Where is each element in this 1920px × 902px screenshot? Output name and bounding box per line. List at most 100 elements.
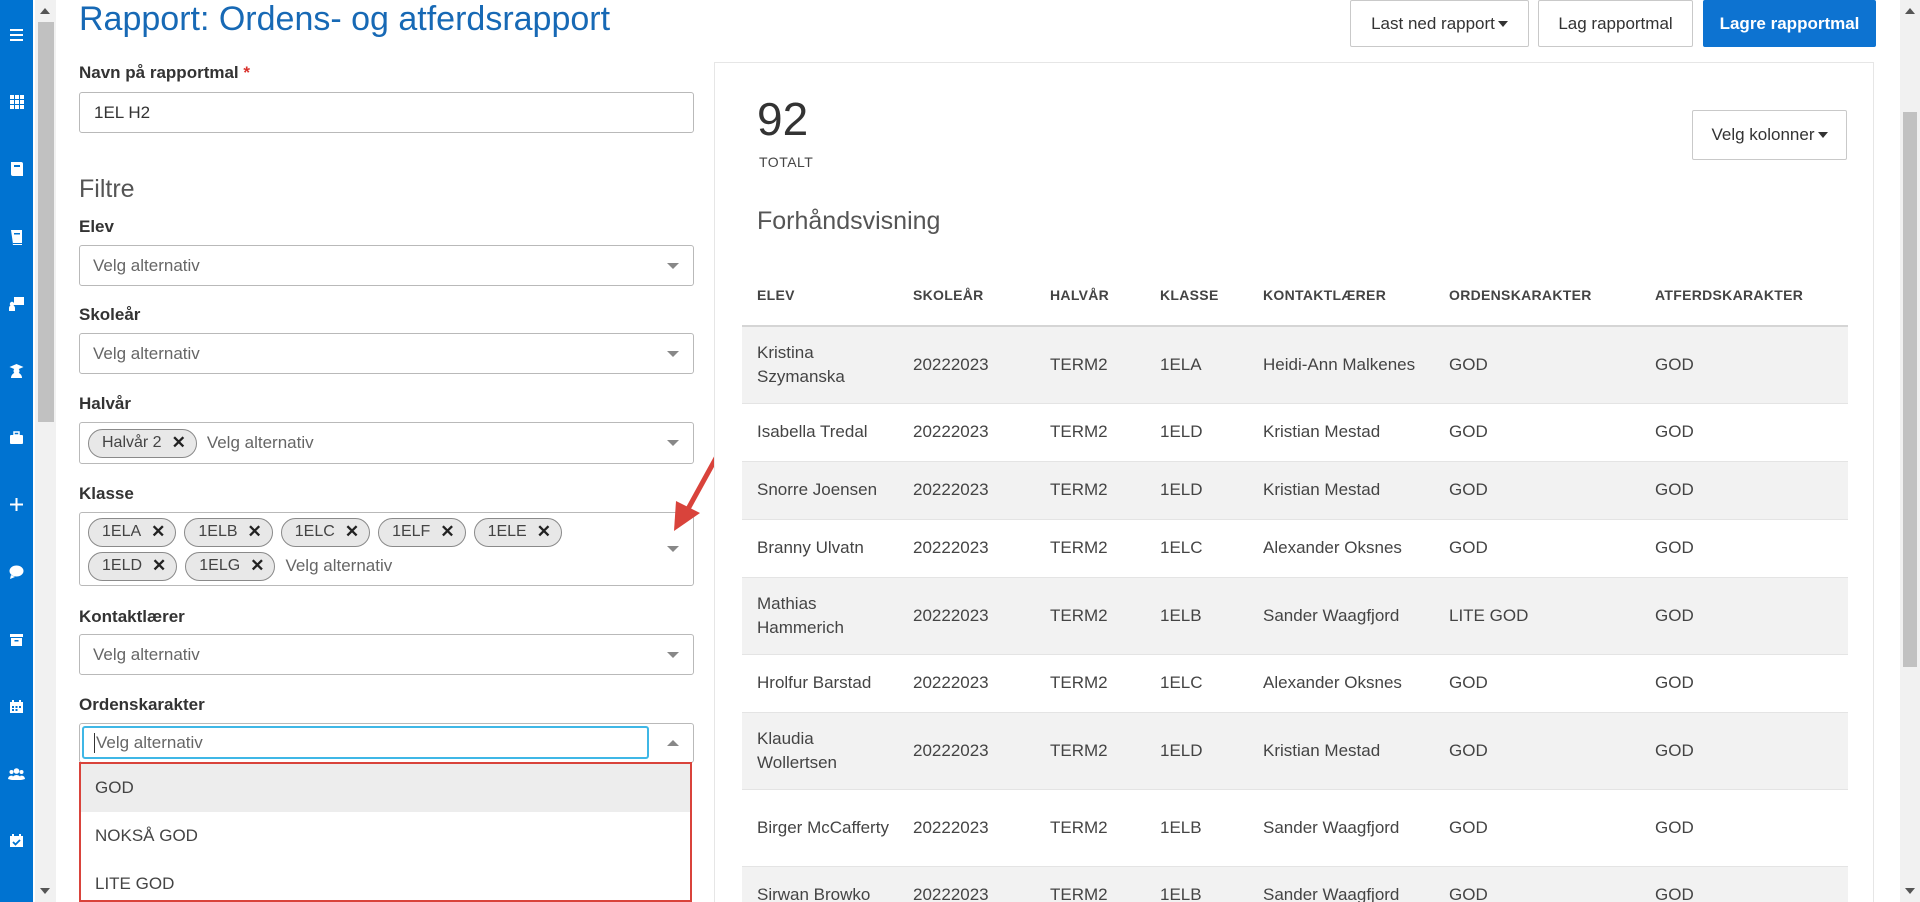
table-cell: 1ELC [1145, 653, 1248, 712]
chevron-up-icon [667, 740, 679, 746]
column-header[interactable]: KLASSE [1145, 265, 1248, 327]
preview-title: Forhåndsvisning [757, 207, 941, 235]
remove-chip-icon[interactable]: ✕ [250, 556, 264, 576]
save-template-button[interactable]: Lagre rapportmal [1703, 0, 1876, 47]
chat-icon[interactable] [0, 554, 33, 588]
scroll-down-arrow[interactable] [40, 888, 50, 894]
table-cell: TERM2 [1035, 460, 1145, 519]
table-row[interactable]: Mathias Hammerich 20222023 TERM2 1ELB Sander… [742, 576, 1848, 654]
side-rail [0, 0, 33, 902]
chip-label: Halvår 2 [102, 434, 162, 451]
template-name-input[interactable]: 1EL H2 [79, 92, 694, 133]
scroll-thumb[interactable] [38, 22, 54, 422]
right-scrollbar[interactable] [1900, 0, 1920, 902]
table-cell: GOD [1434, 865, 1640, 902]
klasse-placeholder[interactable]: Velg alternativ [285, 556, 392, 576]
table-row[interactable]: Isabella Tredal 20222023 TERM2 1ELD Kristian… [742, 402, 1848, 461]
ordenskarakter-label: Ordenskarakter [79, 695, 205, 714]
table-cell: Sander Waagfjord [1248, 788, 1434, 866]
remove-chip-icon[interactable]: ✕ [152, 556, 166, 576]
table-cell: TERM2 [1035, 518, 1145, 577]
elev-select[interactable]: Velg alternativ [79, 245, 694, 286]
table-cell: Snorre Joensen [742, 460, 898, 519]
halvar-select[interactable]: Halvår 2 ✕ Velg alternativ [79, 422, 694, 464]
table-cell: 1ELB [1145, 865, 1248, 902]
book-closed-icon[interactable] [0, 219, 33, 253]
kontaktlaerer-placeholder: Velg alternativ [93, 644, 200, 664]
briefcase-icon[interactable] [0, 420, 33, 454]
create-template-button[interactable]: Lag rapportmal [1538, 0, 1693, 47]
table-cell: Kristian Mestad [1248, 711, 1434, 789]
plus-icon[interactable] [0, 487, 33, 521]
download-report-button[interactable]: Last ned rapport [1350, 0, 1529, 47]
column-header[interactable]: SKOLEÅR [898, 265, 1035, 327]
skolear-select[interactable]: Velg alternativ [79, 333, 694, 374]
column-header[interactable]: KONTAKTLÆRER [1248, 265, 1434, 327]
dropdown-option[interactable]: LITE GOD [81, 860, 690, 902]
people-icon[interactable] [0, 756, 33, 790]
selected-chip: 1ELC ✕ [280, 517, 371, 547]
dropdown-option[interactable]: GOD [81, 764, 690, 812]
table-cell: GOD [1640, 460, 1848, 519]
table-row[interactable]: Birger McCafferty 20222023 TERM2 1ELB Sander… [742, 788, 1848, 866]
book-icon[interactable] [0, 151, 33, 185]
table-row[interactable]: Sirwan Browko 20222023 TERM2 1ELB Sander Waa… [742, 865, 1848, 902]
table-cell: GOD [1640, 711, 1848, 789]
scroll-up-arrow[interactable] [1905, 8, 1915, 14]
calendar-check-icon[interactable] [0, 823, 33, 857]
dropdown-option[interactable]: NOKSÅ GOD [81, 812, 690, 860]
table-cell: 20222023 [898, 653, 1035, 712]
table-cell: 1ELD [1145, 460, 1248, 519]
table-cell: Kristian Mestad [1248, 402, 1434, 461]
student-icon[interactable] [0, 353, 33, 387]
required-mark: * [243, 63, 251, 82]
scroll-thumb[interactable] [1903, 112, 1917, 667]
column-header[interactable]: HALVÅR [1035, 265, 1145, 327]
table-cell: 20222023 [898, 576, 1035, 654]
left-scrollbar[interactable] [35, 0, 56, 902]
remove-chip-icon[interactable]: ✕ [172, 433, 186, 453]
table-row[interactable]: Hrolfur Barstad 20222023 TERM2 1ELC Alexande… [742, 653, 1848, 712]
column-header[interactable]: ORDENSKARAKTER [1434, 265, 1640, 327]
table-cell: GOD [1640, 788, 1848, 866]
klasse-select[interactable]: 1ELA ✕ 1ELB ✕ 1ELC ✕ 1ELF ✕ 1ELE ✕ 1ELD ✕ 1ELG ✕ Velg … [79, 512, 694, 586]
selected-chip: 1ELE ✕ [473, 517, 562, 547]
menu-icon[interactable] [0, 17, 33, 51]
kontaktlaerer-select[interactable]: Velg alternativ [79, 634, 694, 675]
teacher-board-icon[interactable] [0, 286, 33, 320]
grid-icon[interactable] [0, 84, 33, 118]
table-cell: 20222023 [898, 865, 1035, 902]
table-cell: GOD [1434, 325, 1640, 403]
remove-chip-icon[interactable]: ✕ [537, 522, 551, 542]
halvar-placeholder[interactable]: Velg alternativ [207, 433, 314, 453]
table-row[interactable]: Branny Ulvatn 20222023 TERM2 1ELC Alexander … [742, 518, 1848, 577]
table-row[interactable]: Klaudia Wollertsen 20222023 TERM2 1ELD Krist… [742, 711, 1848, 789]
table-cell: Sander Waagfjord [1248, 865, 1434, 902]
column-header[interactable]: ATFERDSKARAKTER [1640, 265, 1848, 327]
selected-chip: 1ELB ✕ [184, 517, 273, 547]
table-cell: TERM2 [1035, 865, 1145, 902]
scroll-up-arrow[interactable] [40, 8, 50, 14]
archive-icon[interactable] [0, 622, 33, 656]
select-columns-button[interactable]: Velg kolonner [1692, 110, 1847, 160]
table-cell: Birger McCafferty [742, 788, 898, 866]
table-row[interactable]: Snorre Joensen 20222023 TERM2 1ELD Kristian … [742, 460, 1848, 519]
column-header[interactable]: ELEV [742, 265, 898, 327]
ordenskarakter-search-input[interactable]: Velg alternativ [82, 726, 649, 759]
chevron-down-icon [667, 350, 679, 357]
scroll-down-arrow[interactable] [1905, 888, 1915, 894]
remove-chip-icon[interactable]: ✕ [345, 522, 359, 542]
remove-chip-icon[interactable]: ✕ [440, 522, 454, 542]
chip-label: 1ELB [198, 523, 238, 540]
chevron-down-icon [667, 546, 679, 552]
table-row[interactable]: Kristina Szymanska 20222023 TERM2 1ELA Heidi… [742, 325, 1848, 403]
chevron-down-icon [667, 262, 679, 269]
table-cell: 1ELD [1145, 711, 1248, 789]
chevron-down-icon [1497, 20, 1508, 27]
remove-chip-icon[interactable]: ✕ [248, 522, 262, 542]
chip-label: 1ELD [102, 557, 143, 574]
remove-chip-icon[interactable]: ✕ [151, 522, 165, 542]
ordenskarakter-placeholder: Velg alternativ [96, 732, 203, 752]
calendar-icon[interactable] [0, 689, 33, 723]
template-name-value: 1EL H2 [94, 102, 151, 122]
